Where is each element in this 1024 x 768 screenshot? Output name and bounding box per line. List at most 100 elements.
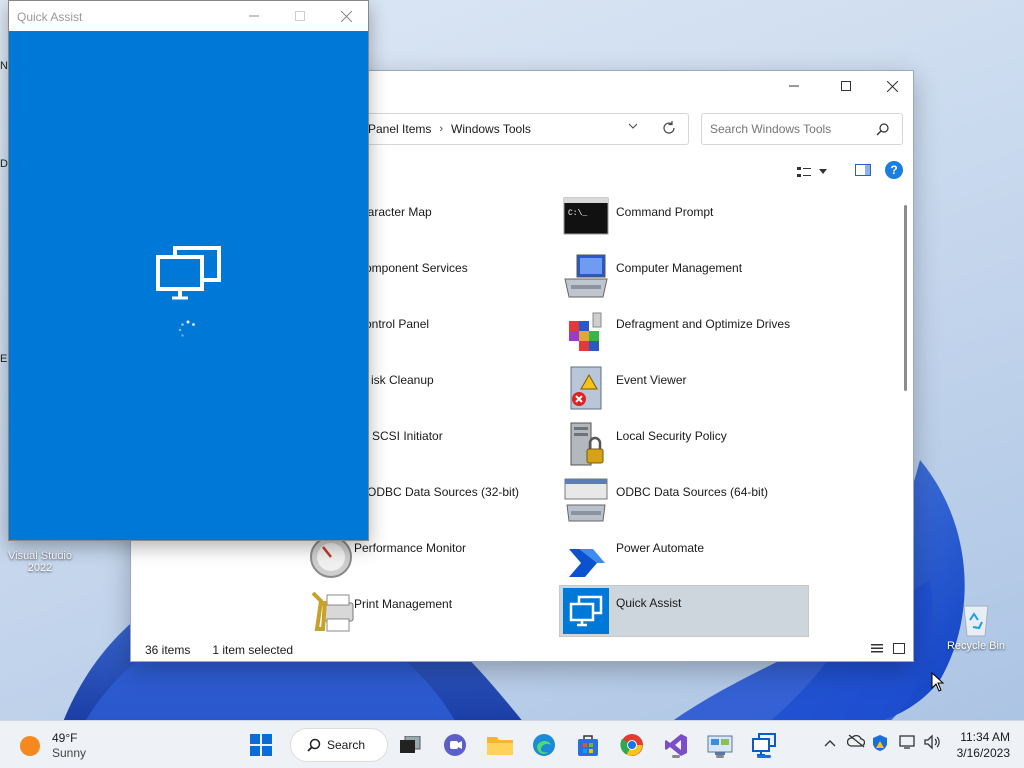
preview-pane-button[interactable]	[855, 164, 871, 179]
quick-assist-icon	[752, 733, 776, 756]
onedrive-tray-button[interactable]	[846, 734, 866, 751]
taskbar-search[interactable]: Search	[290, 728, 388, 762]
list-item-selected[interactable]: Quick Assist	[559, 585, 809, 637]
edge-icon	[533, 734, 555, 756]
list-item[interactable]: Print Management	[301, 589, 551, 637]
event-viewer-icon	[563, 365, 609, 411]
search-label: Search	[327, 738, 366, 752]
address-bar[interactable]: l Panel Items › Windows Tools	[361, 113, 689, 145]
weather-temp: 49°F	[52, 731, 78, 745]
store-icon	[578, 735, 598, 756]
dropdown-arrow-icon	[819, 168, 827, 174]
security-policy-icon	[563, 421, 609, 467]
loading-spinner-icon	[177, 319, 199, 341]
running-indicator	[716, 755, 724, 758]
minimize-icon	[789, 85, 799, 87]
breadcrumb-item[interactable]: l Panel Items	[362, 122, 431, 136]
desktop-icon-label: Visual Studio 2022	[7, 550, 72, 574]
close-button[interactable]	[869, 71, 915, 101]
weather-widget[interactable]: 49°F Sunny	[20, 731, 86, 761]
item-label: ODBC Data Sources (64-bit)	[616, 485, 769, 499]
running-indicator	[672, 755, 680, 758]
item-label: haracter Map	[361, 205, 432, 219]
chat-button[interactable]	[439, 729, 471, 761]
minimize-button[interactable]	[231, 1, 277, 31]
address-dropdown-chevron-icon[interactable]	[628, 122, 638, 133]
search-icon	[876, 122, 890, 139]
show-hidden-icons-button[interactable]	[824, 734, 836, 750]
file-explorer-icon	[487, 737, 513, 755]
status-bar-view-toggles	[871, 643, 905, 657]
recycle-bin-icon	[956, 598, 996, 638]
large-icons-view-button[interactable]	[893, 643, 905, 657]
visual-studio-button[interactable]	[660, 729, 692, 761]
breadcrumb-item[interactable]: Windows Tools	[451, 122, 531, 136]
explorer-toolbar: ?	[797, 161, 903, 182]
minimize-icon	[249, 15, 259, 17]
close-button[interactable]	[323, 1, 369, 31]
clock[interactable]: 11:34 AM 3/16/2023	[957, 729, 1010, 761]
list-item[interactable]: Defragment and Optimize Drives	[563, 309, 813, 361]
list-item[interactable]: Local Security Policy	[563, 421, 813, 473]
start-button[interactable]	[245, 729, 277, 761]
control-panel-button[interactable]	[704, 729, 736, 761]
list-item[interactable]: Event Viewer	[563, 365, 813, 417]
desktop-icon-recycle-bin[interactable]: Recycle Bin	[938, 598, 1014, 652]
power-automate-icon	[563, 533, 609, 579]
task-view-button[interactable]	[394, 729, 426, 761]
chrome-icon	[620, 734, 643, 756]
maximize-icon	[841, 81, 851, 91]
list-item[interactable]: Power Automate	[563, 533, 813, 585]
quick-assist-titlebar[interactable]: Quick Assist	[9, 1, 368, 31]
quick-assist-logo-icon	[155, 245, 225, 305]
search-box[interactable]	[701, 113, 903, 145]
task-view-icon	[400, 736, 421, 753]
close-icon	[886, 80, 898, 92]
help-button[interactable]: ?	[885, 161, 903, 182]
window-title: Quick Assist	[17, 10, 83, 24]
maximize-icon	[295, 11, 305, 21]
desktop-icon-label-clipped: D	[0, 158, 8, 170]
item-label: Command Prompt	[616, 205, 714, 219]
item-label: isk Cleanup	[371, 373, 434, 387]
quick-assist-button[interactable]	[748, 729, 780, 761]
chat-icon	[444, 734, 466, 756]
item-label: Power Automate	[616, 541, 705, 555]
security-tray-button[interactable]	[872, 734, 888, 755]
list-item[interactable]: Computer Management	[563, 253, 813, 305]
search-input[interactable]	[710, 122, 870, 136]
item-label: Performance Monitor	[354, 541, 467, 555]
search-icon	[307, 738, 321, 752]
desktop-icon-label: Recycle Bin	[946, 640, 1006, 652]
weather-condition: Sunny	[52, 746, 87, 760]
command-prompt-icon: C:\_	[563, 197, 609, 243]
maximize-button[interactable]	[277, 1, 323, 31]
taskbar: 49°F Sunny Search 11:34 AM 3/16/2023	[0, 720, 1024, 768]
item-label: Quick Assist	[616, 596, 682, 610]
breadcrumb-separator-icon: ›	[439, 123, 444, 135]
network-tray-button[interactable]	[899, 734, 917, 753]
item-label: ODBC Data Sources (32-bit)	[367, 485, 520, 499]
view-options-button[interactable]	[797, 166, 827, 178]
refresh-icon[interactable]	[662, 121, 676, 138]
vertical-scrollbar-thumb[interactable]	[904, 205, 907, 391]
list-item[interactable]: ODBC Data Sources (64-bit)	[563, 477, 813, 529]
volume-tray-button[interactable]	[923, 734, 941, 753]
item-count: 36 items	[145, 643, 191, 657]
view-icon	[797, 166, 811, 177]
chrome-button[interactable]	[616, 729, 648, 761]
network-icon	[899, 735, 915, 749]
minimize-button[interactable]	[771, 71, 817, 101]
file-explorer-button[interactable]	[484, 729, 516, 761]
details-view-button[interactable]	[871, 643, 883, 657]
store-button[interactable]	[572, 729, 604, 761]
list-item[interactable]: C:\_ Command Prompt	[563, 197, 813, 249]
item-label: Print Management	[354, 597, 453, 611]
edge-button[interactable]	[528, 729, 560, 761]
item-label: SCSI Initiator	[372, 429, 443, 443]
computer-management-icon	[563, 253, 609, 299]
sun-icon	[20, 736, 40, 756]
item-label: Local Security Policy	[616, 429, 727, 443]
maximize-button[interactable]	[823, 71, 869, 101]
cloud-offline-icon	[846, 734, 866, 748]
